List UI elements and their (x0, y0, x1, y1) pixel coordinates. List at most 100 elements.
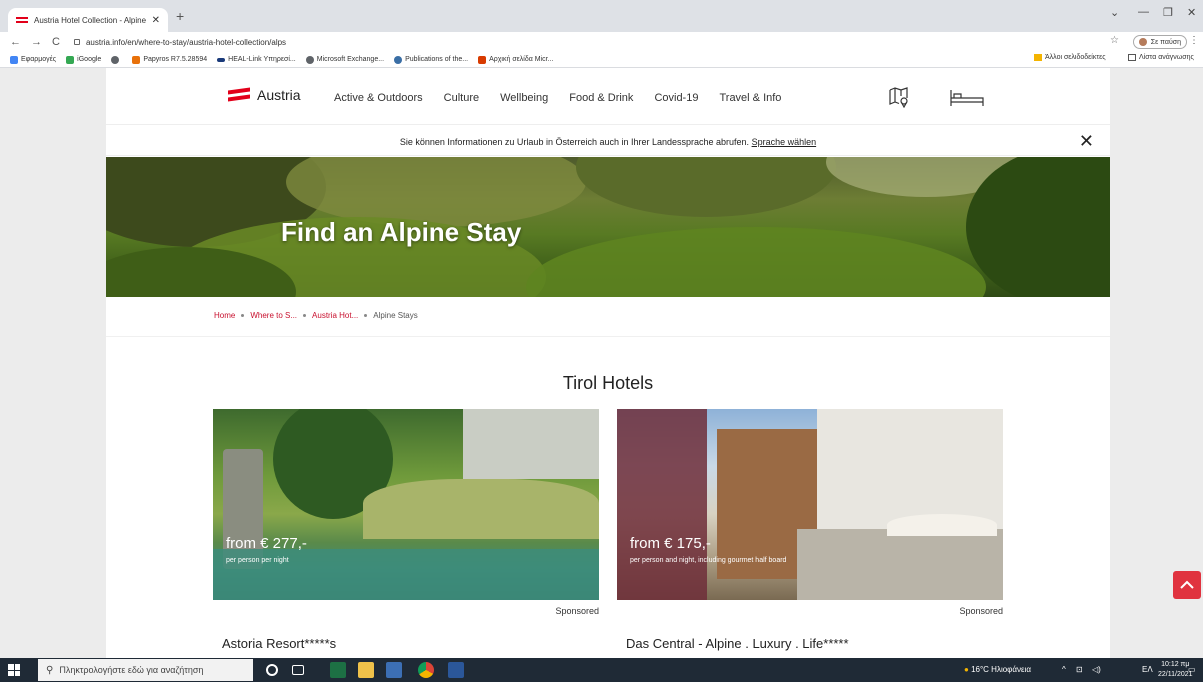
reading-list-icon (1128, 54, 1136, 61)
reading-list[interactable]: Λίστα ανάγνωσης (1128, 54, 1194, 61)
hotel-card[interactable]: from € 277,- per person per night Sponso… (213, 409, 599, 651)
bookmark-papyros[interactable]: Papyros R7.5.28594 (132, 55, 207, 64)
bookmark-apps[interactable]: Εφαρμογές (10, 55, 56, 64)
windows-taskbar: ⚲ Πληκτρολογήστε εδώ για αναζήτηση ● 16°… (0, 658, 1203, 682)
chrome-icon[interactable] (418, 662, 434, 678)
taskbar-search[interactable]: ⚲ Πληκτρολογήστε εδώ για αναζήτηση (38, 659, 253, 681)
windows-start-icon[interactable] (8, 664, 20, 676)
chevron-up-icon (1180, 580, 1194, 589)
bookmark-igoogle[interactable]: iGoogle (66, 55, 101, 64)
language-banner-text: Sie können Informationen zu Urlaub in Ös… (399, 137, 817, 147)
menu-wellbeing[interactable]: Wellbeing (500, 92, 548, 104)
taskbar-search-placeholder: Πληκτρολογήστε εδώ για αναζήτηση (59, 665, 204, 675)
menu-icon[interactable]: ⋮ (1189, 35, 1199, 46)
scroll-to-top-button[interactable] (1173, 571, 1201, 599)
language-indicator[interactable]: ΕΛ (1142, 665, 1153, 674)
austria-logo[interactable]: Austria (228, 87, 301, 103)
menu-covid-19[interactable]: Covid-19 (654, 92, 698, 104)
restore-icon[interactable]: ❐ (1163, 6, 1173, 19)
notifications-icon[interactable]: ▭ (1188, 665, 1196, 674)
hotel-image[interactable]: from € 277,- per person per night (213, 409, 599, 600)
breadcrumb-separator (241, 314, 245, 317)
lock-icon[interactable] (73, 39, 80, 45)
bed-icon[interactable] (949, 89, 985, 107)
sponsored-label: Sponsored (555, 606, 599, 616)
breadcrumb: Home Where to S... Austria Hot... Alpine… (214, 311, 418, 320)
breadcrumb-home[interactable]: Home (214, 311, 235, 320)
browser-tab-bar: Austria Hotel Collection - Alpine ✕ + ⌄ … (0, 0, 1203, 32)
breadcrumb-separator (364, 314, 368, 317)
building (463, 409, 599, 479)
hotel-card[interactable]: from € 175,- per person and night, inclu… (617, 409, 1003, 651)
new-tab-button[interactable]: + (176, 8, 184, 24)
austria-favicon-icon (16, 16, 28, 24)
forward-icon[interactable]: → (31, 36, 42, 48)
parasol (887, 514, 997, 536)
url-field[interactable]: austria.info/en/where-to-stay/austria-ho… (86, 38, 286, 47)
hotel-name[interactable]: Astoria Resort*****s (222, 636, 336, 651)
address-bar: ← → C austria.info/en/where-to-stay/aust… (0, 32, 1203, 52)
cortana-icon[interactable] (266, 664, 278, 676)
app-icon[interactable] (386, 662, 402, 678)
browser-tab[interactable]: Austria Hotel Collection - Alpine ✕ (8, 8, 168, 32)
breadcrumb-where-to-stay[interactable]: Where to S... (250, 311, 297, 320)
sponsored-label: Sponsored (959, 606, 1003, 616)
folder-icon (1034, 54, 1042, 61)
breadcrumb-current: Alpine Stays (373, 311, 418, 320)
hero-foliage (576, 157, 836, 217)
breadcrumb-separator (303, 314, 307, 317)
window-close-icon[interactable]: ✕ (1187, 6, 1196, 19)
menu-active-outdoors[interactable]: Active & Outdoors (334, 92, 423, 104)
menu-travel-info[interactable]: Travel & Info (719, 92, 781, 104)
bookmark-heal-link[interactable]: HEAL-Link Υπηρεσί... (217, 56, 296, 63)
bookmark-microsoft[interactable]: Αρχική σελίδα Micr... (478, 55, 553, 64)
menu-culture[interactable]: Culture (444, 92, 479, 104)
price-note: per person and night, including gourmet … (630, 557, 787, 564)
breadcrumb-austria-hotel[interactable]: Austria Hot... (312, 311, 358, 320)
section-title: Tirol Hotels (562, 373, 654, 393)
reload-icon[interactable]: C (52, 36, 60, 48)
network-icon[interactable]: ⊡ (1076, 665, 1083, 674)
hotel-name[interactable]: Das Central - Alpine . Luxury . Life****… (626, 636, 849, 651)
papyros-icon (132, 55, 141, 64)
divider (106, 336, 1110, 337)
terrace-garden (363, 479, 599, 539)
price-note: per person per night (226, 557, 289, 564)
hero-title: Find an Alpine Stay (281, 217, 522, 247)
menu-food-drink[interactable]: Food & Drink (569, 92, 633, 104)
search-icon: ⚲ (46, 664, 54, 676)
top-navigation: Austria Active & Outdoors Culture Wellbe… (106, 68, 1110, 124)
other-bookmarks[interactable]: Άλλοι σελιδοδείκτες (1034, 54, 1106, 61)
excel-icon[interactable] (330, 662, 346, 678)
map-pin-icon[interactable] (888, 86, 910, 108)
file-explorer-icon[interactable] (358, 662, 374, 678)
choose-language-link[interactable]: Sprache wählen (752, 137, 817, 147)
tab-title: Austria Hotel Collection - Alpine (34, 15, 147, 25)
task-view-icon[interactable] (292, 665, 304, 675)
bookmark-publications[interactable]: Publications of the... (394, 55, 468, 64)
bookmark-exchange[interactable]: Microsoft Exchange... (305, 55, 384, 64)
weather-widget[interactable]: ● 16°C Ηλιοφάνεια (964, 665, 1031, 674)
hero-banner: Find an Alpine Stay (106, 157, 1110, 297)
price-label: from € 175,- (630, 535, 711, 552)
hotel-image[interactable]: from € 175,- per person and night, inclu… (617, 409, 1003, 600)
profile-label: Σε παύση (1150, 38, 1181, 46)
bookmark-globe[interactable] (111, 55, 122, 64)
globe-icon (305, 55, 314, 64)
minimize-icon[interactable]: — (1138, 6, 1149, 18)
bookmark-star-icon[interactable]: ☆ (1110, 35, 1119, 46)
publications-icon (394, 55, 403, 64)
profile-button[interactable]: Σε παύση (1132, 35, 1187, 49)
tab-close-icon[interactable]: ✕ (152, 15, 160, 26)
logo-text: Austria (257, 87, 301, 103)
volume-icon[interactable]: ◁) (1092, 665, 1101, 674)
avatar (1138, 38, 1147, 46)
word-icon[interactable] (448, 662, 464, 678)
tab-search-icon[interactable]: ⌄ (1110, 6, 1119, 19)
close-banner-icon[interactable]: ✕ (1079, 131, 1094, 152)
tray-chevron-icon[interactable]: ^ (1062, 665, 1066, 674)
back-icon[interactable]: ← (10, 36, 21, 48)
austria-site: Austria Active & Outdoors Culture Wellbe… (106, 68, 1110, 658)
terrace (797, 529, 1003, 600)
globe-icon (111, 55, 120, 64)
